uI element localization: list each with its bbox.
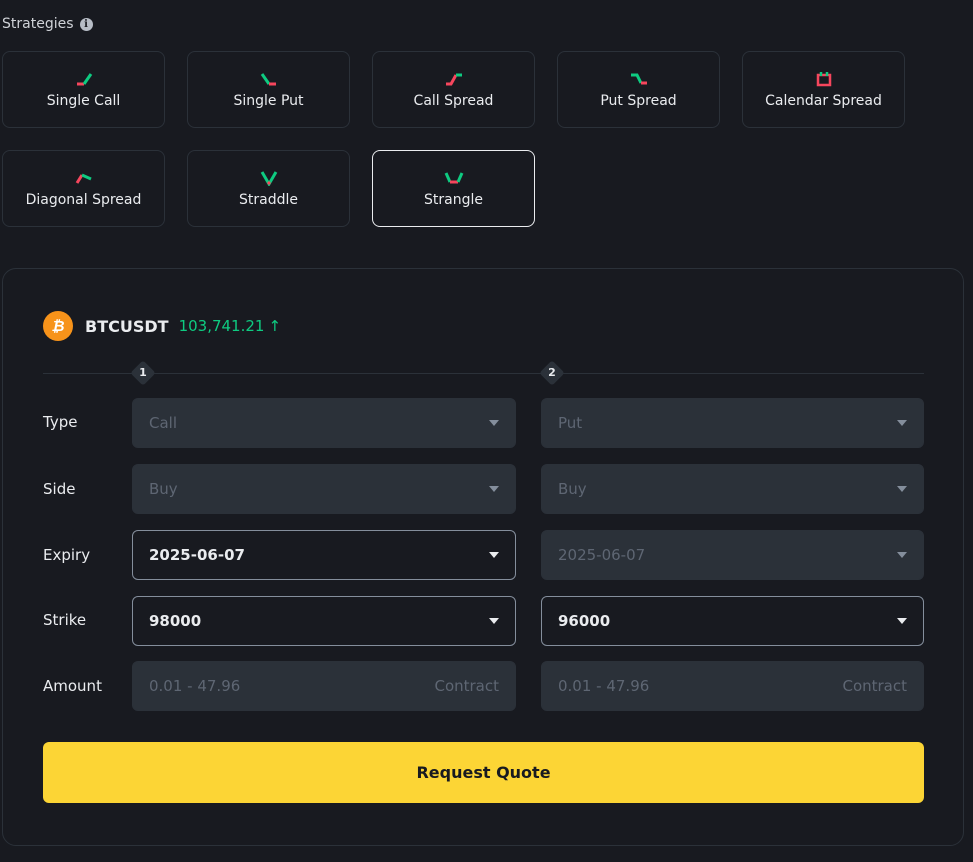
leg-divider (43, 373, 924, 374)
chevron-down-icon (489, 420, 499, 426)
call-spread-icon (445, 73, 462, 85)
leg1-amount-placeholder: 0.01 - 47.96 (149, 677, 241, 695)
leg2-amount-placeholder: 0.01 - 47.96 (558, 677, 650, 695)
leg1-strike-select[interactable]: 98000 (132, 596, 516, 646)
strategy-single-call[interactable]: Single Call (2, 51, 165, 128)
single-put-icon (260, 72, 276, 85)
strategies-header: Strategies i (2, 16, 93, 32)
strangle-icon (444, 171, 463, 183)
strategy-label: Put Spread (600, 92, 677, 109)
leg2-side-select[interactable]: Buy (541, 464, 924, 514)
ticker-symbol: BTCUSDT (85, 316, 169, 336)
type-label: Type (43, 413, 78, 431)
diagonal-spread-icon (75, 173, 92, 184)
chevron-down-icon (897, 618, 907, 624)
put-spread-icon (630, 73, 647, 84)
leg2-side-value: Buy (558, 480, 587, 498)
leg-number-1: 1 (139, 366, 147, 379)
leg2-amount-input[interactable]: 0.01 - 47.96 Contract (541, 661, 924, 711)
strike-label: Strike (43, 611, 87, 629)
expiry-label: Expiry (43, 546, 91, 564)
strategy-label: Calendar Spread (765, 92, 882, 109)
leg-number-2: 2 (548, 366, 556, 379)
leg2-strike-select[interactable]: 96000 (541, 596, 924, 646)
ticker-price: 103,741.21 (178, 317, 265, 335)
chevron-down-icon (897, 486, 907, 492)
strategy-label: Straddle (239, 191, 298, 208)
info-icon[interactable]: i (79, 17, 93, 31)
leg1-strike-value: 98000 (149, 612, 202, 630)
leg2-strike-value: 96000 (558, 612, 611, 630)
straddle-icon (260, 170, 277, 186)
arrow-up-icon: ↑ (268, 317, 282, 335)
strategy-single-put[interactable]: Single Put (187, 51, 350, 128)
request-quote-button[interactable]: Request Quote (43, 742, 924, 803)
side-label: Side (43, 480, 76, 498)
leg2-type-value: Put (558, 414, 583, 432)
leg2-amount-unit: Contract (842, 677, 907, 695)
strategy-label: Strangle (424, 191, 483, 208)
ticker: ₿ BTCUSDT 103,741.21 ↑ (43, 311, 281, 341)
strategy-strangle[interactable]: Strangle (372, 150, 535, 227)
strategy-put-spread[interactable]: Put Spread (557, 51, 720, 128)
chevron-down-icon (897, 420, 907, 426)
strategy-calendar-spread[interactable]: Calendar Spread (742, 51, 905, 128)
strategy-call-spread[interactable]: Call Spread (372, 51, 535, 128)
amount-label: Amount (43, 677, 102, 695)
leg1-type-select[interactable]: Call (132, 398, 516, 448)
leg1-expiry-value: 2025-06-07 (149, 546, 245, 564)
leg2-type-select[interactable]: Put (541, 398, 924, 448)
leg1-type-value: Call (149, 414, 178, 432)
single-call-icon (76, 72, 92, 85)
leg1-side-value: Buy (149, 480, 178, 498)
strategy-straddle[interactable]: Straddle (187, 150, 350, 227)
strategies-title: Strategies (2, 16, 74, 32)
chevron-down-icon (489, 552, 499, 558)
leg1-side-select[interactable]: Buy (132, 464, 516, 514)
chevron-down-icon (489, 618, 499, 624)
strategy-label: Single Call (46, 92, 121, 109)
bitcoin-icon: ₿ (43, 311, 73, 341)
leg2-expiry-select[interactable]: 2025-06-07 (541, 530, 924, 580)
ticker-price-wrap: 103,741.21 ↑ (179, 317, 281, 335)
strategy-label: Single Put (233, 92, 304, 109)
strategy-label: Call Spread (413, 92, 494, 109)
strategy-diagonal-spread[interactable]: Diagonal Spread (2, 150, 165, 227)
leg1-amount-unit: Contract (434, 677, 499, 695)
strategy-label: Diagonal Spread (25, 191, 142, 208)
chevron-down-icon (489, 486, 499, 492)
chevron-down-icon (897, 552, 907, 558)
leg1-amount-input[interactable]: 0.01 - 47.96 Contract (132, 661, 516, 711)
leg2-expiry-value: 2025-06-07 (558, 546, 646, 564)
calendar-spread-icon (816, 71, 831, 86)
leg1-expiry-select[interactable]: 2025-06-07 (132, 530, 516, 580)
